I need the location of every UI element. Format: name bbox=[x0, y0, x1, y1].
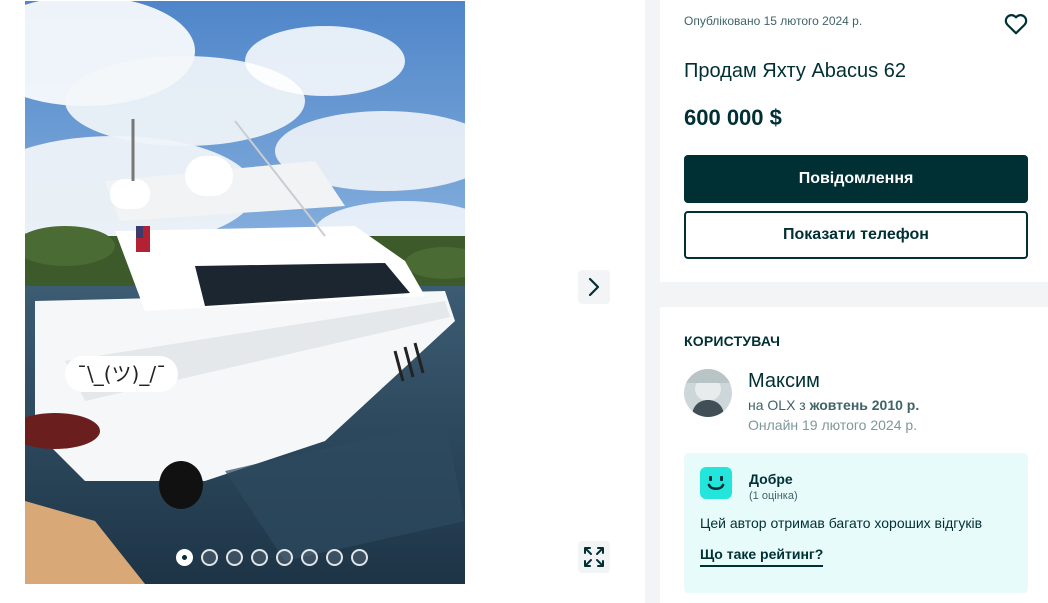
message-button[interactable]: Повідомлення bbox=[684, 155, 1028, 203]
avatar[interactable] bbox=[684, 369, 732, 417]
last-online: Онлайн 19 лютого 2024 р. bbox=[748, 417, 918, 433]
favorite-button[interactable] bbox=[1003, 11, 1029, 37]
pagination-dot[interactable] bbox=[326, 549, 343, 566]
user-section-title: КОРИСТУВАЧ bbox=[684, 333, 781, 349]
shrug-overlay: ¯\_(ツ)_/¯ bbox=[65, 356, 179, 392]
next-photo-button[interactable] bbox=[578, 270, 610, 304]
rating-box: Добре (1 оцінка) Цей автор отримав багат… bbox=[684, 453, 1028, 593]
member-since: на OLX з жовтень 2010 р. bbox=[748, 397, 919, 413]
listing-card: Опубліковано 15 лютого 2024 р. Продам Ях… bbox=[660, 0, 1048, 282]
pagination-dot[interactable] bbox=[351, 549, 368, 566]
pagination-dot[interactable] bbox=[301, 549, 318, 566]
photo-gallery: ¯\_(ツ)_/¯ bbox=[0, 0, 645, 603]
member-since-date: жовтень 2010 р. bbox=[809, 397, 920, 413]
listing-title: Продам Яхту Abacus 62 bbox=[684, 60, 906, 82]
show-phone-button[interactable]: Показати телефон bbox=[684, 211, 1028, 259]
expand-icon bbox=[584, 547, 604, 567]
rating-info-link[interactable]: Що таке рейтинг? bbox=[700, 546, 824, 567]
pagination-dot[interactable] bbox=[226, 549, 243, 566]
listing-photo[interactable]: ¯\_(ツ)_/¯ bbox=[25, 1, 465, 584]
pagination-dot[interactable] bbox=[251, 549, 268, 566]
yacht-photo bbox=[25, 1, 465, 584]
rating-description: Цей автор отримав багато хороших відгукі… bbox=[700, 515, 983, 531]
avatar-image bbox=[684, 369, 732, 417]
listing-price: 600 000 $ bbox=[684, 105, 782, 130]
rating-label: Добре bbox=[749, 471, 793, 487]
pagination-dot[interactable] bbox=[276, 549, 293, 566]
smile-icon bbox=[700, 467, 732, 499]
fullscreen-button[interactable] bbox=[578, 541, 610, 573]
rating-count: (1 оцінка) bbox=[749, 490, 798, 502]
heart-icon bbox=[1004, 14, 1028, 35]
published-date: Опубліковано 15 лютого 2024 р. bbox=[684, 14, 863, 28]
pagination-dot[interactable] bbox=[201, 549, 218, 566]
chevron-right-icon bbox=[588, 277, 600, 297]
member-since-prefix: на OLX з bbox=[748, 397, 810, 413]
user-name[interactable]: Максим bbox=[748, 370, 820, 393]
photo-pagination bbox=[176, 549, 368, 566]
user-card: КОРИСТУВАЧ Максим на OLX з жовтень 2010 … bbox=[660, 307, 1048, 603]
pagination-dot[interactable] bbox=[176, 549, 193, 566]
